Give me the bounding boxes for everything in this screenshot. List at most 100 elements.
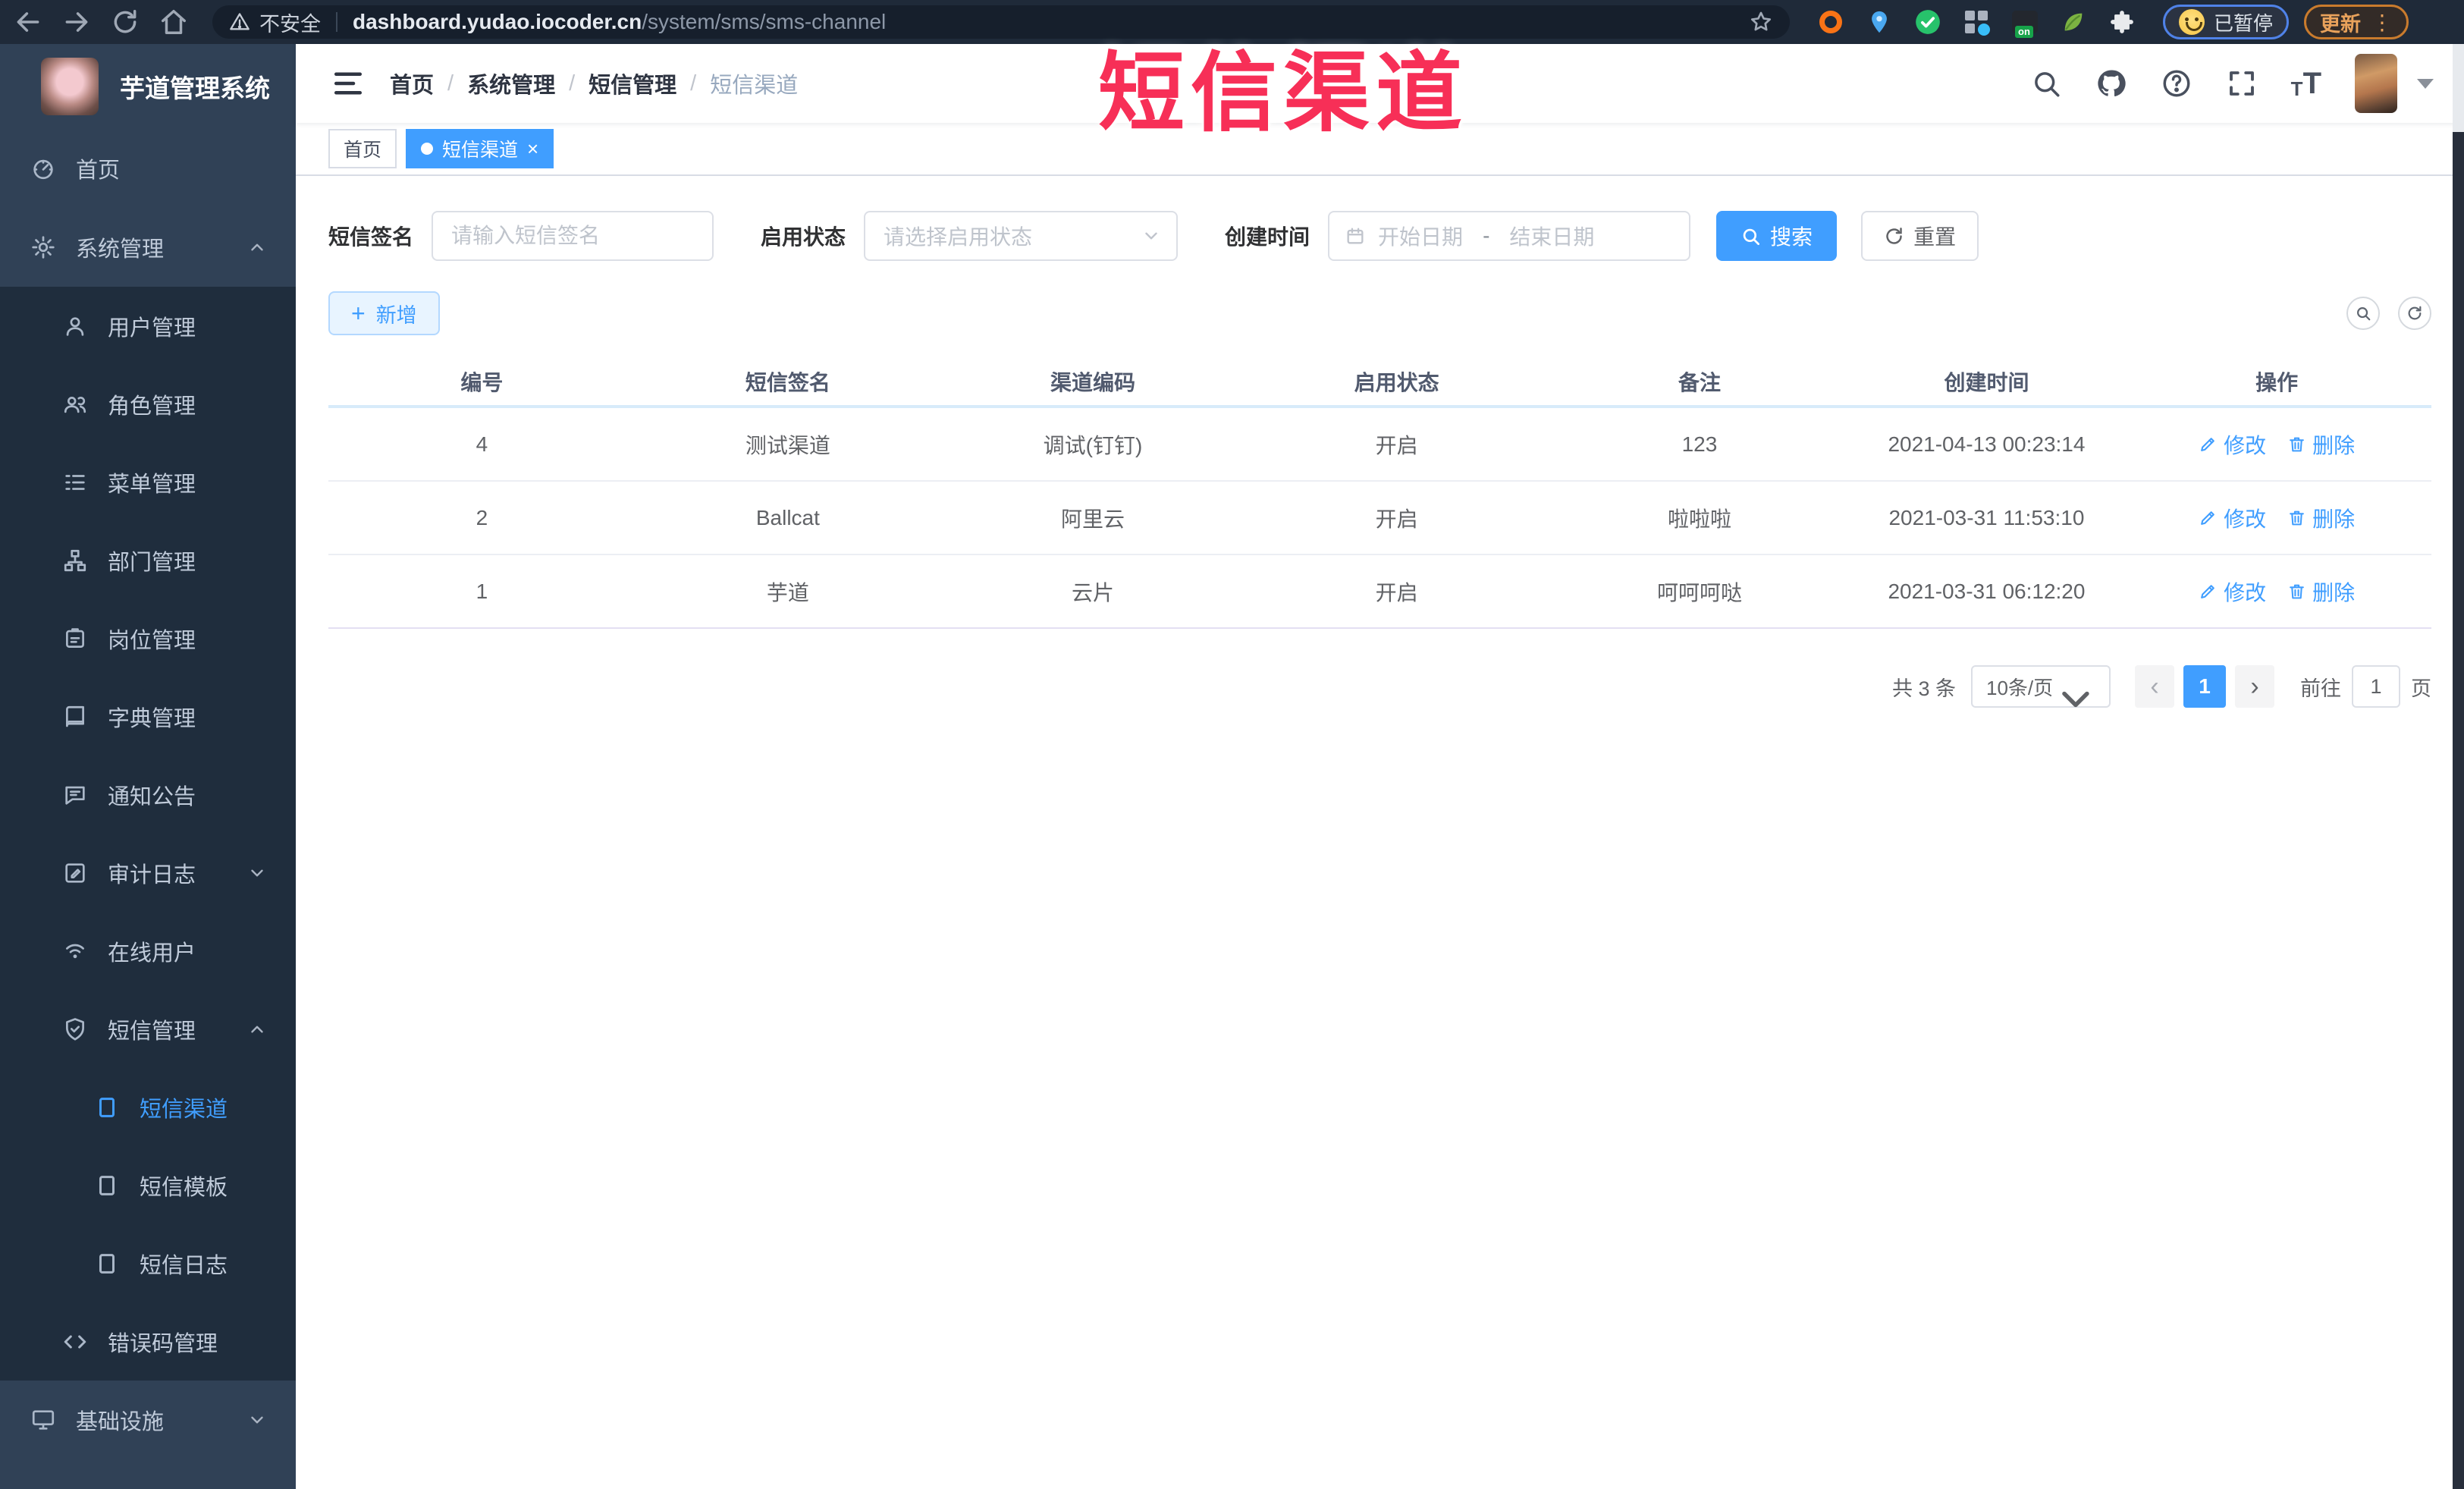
kebab-menu-icon[interactable]: ⋮ [2371, 10, 2393, 35]
grid-extension-icon[interactable] [1961, 7, 1992, 37]
sidebar-item[interactable]: 在线用户 [0, 912, 296, 990]
font-size-icon[interactable]: TT [2291, 68, 2321, 99]
doc-icon [94, 1173, 120, 1198]
browser-back-icon[interactable] [14, 8, 42, 36]
search-icon[interactable] [2030, 68, 2062, 99]
filter-form: 短信签名 启用状态 请选择启用状态 创建时间 开始日期 - 结束日期 [328, 211, 2431, 261]
location-pin-extension-icon[interactable] [1864, 7, 1894, 37]
status-select[interactable]: 请选择启用状态 [864, 211, 1179, 261]
breadcrumb-item[interactable]: 系统管理 [467, 68, 555, 99]
cell-status: 开启 [1375, 580, 1418, 605]
breadcrumb-item[interactable]: 首页 [390, 68, 434, 99]
page-number-button[interactable]: 1 [2183, 665, 2226, 708]
edit-link[interactable]: 修改 [2199, 576, 2266, 607]
sidebar-item[interactable]: 用户管理 [0, 287, 296, 365]
sidebar-item[interactable]: 通知公告 [0, 755, 296, 834]
address-bar[interactable]: 不安全 dashboard.yudao.iocoder.cn/system/sm… [212, 5, 1790, 39]
hamburger-icon[interactable] [332, 68, 364, 99]
scrollbar-thumb[interactable] [2453, 44, 2464, 132]
pagination: 共 3 条 10条/页 ‹ 1 › 前往 页 [296, 665, 2431, 708]
paused-profile-chip[interactable]: 已暂停 [2163, 5, 2290, 39]
browser-forward-icon[interactable] [62, 8, 91, 36]
sidebar-item[interactable]: 短信模板 [0, 1146, 296, 1224]
breadcrumb-item: 短信渠道 [710, 74, 799, 98]
sidebar-item[interactable]: 审计日志 [0, 834, 296, 912]
page-size-select[interactable]: 10条/页 [1971, 665, 2111, 708]
user-avatar[interactable] [2355, 54, 2397, 113]
chevron-down-icon[interactable] [2417, 78, 2434, 89]
refresh-table-button[interactable] [2398, 297, 2431, 330]
sign-input[interactable] [432, 211, 714, 261]
cell-created: 2021-03-31 06:12:20 [1888, 579, 2086, 603]
badge-icon [62, 626, 88, 652]
adblock-extension-icon[interactable] [1816, 7, 1846, 37]
cell-code: 阿里云 [1060, 507, 1125, 531]
tab-item[interactable]: 首页 [328, 129, 397, 168]
search-button-label: 搜索 [1770, 225, 1813, 249]
not-secure-warning-icon [229, 11, 250, 33]
page-scrollbar[interactable] [2453, 44, 2464, 1489]
goto-label: 前往 [2300, 677, 2341, 700]
sidebar-item[interactable]: 字典管理 [0, 677, 296, 755]
sidebar-item[interactable]: 短信渠道 [0, 1068, 296, 1146]
sms-channel-table: 编号 短信签名 渠道编码 启用状态 备注 创建时间 操作 4 测试渠道 调试(钉钉) 开启 123 2… [328, 358, 2431, 629]
menu-list-icon [62, 470, 88, 495]
sidebar-item-label: 短信管理 [108, 1019, 196, 1044]
goto-page-input[interactable] [2352, 665, 2400, 708]
bookmark-star-icon[interactable] [1749, 10, 1773, 34]
app-title: 芋道管理系统 [120, 74, 270, 102]
close-icon[interactable]: × [527, 139, 538, 159]
sidebar-item[interactable]: 首页 [0, 129, 296, 208]
cell-status: 开启 [1375, 433, 1418, 457]
sidebar-item[interactable]: 错误码管理 [0, 1302, 296, 1381]
breadcrumb-item[interactable]: 短信管理 [589, 68, 676, 99]
security-label[interactable]: 不安全 [259, 8, 321, 37]
sidebar-item[interactable]: 短信管理 [0, 990, 296, 1068]
dashboard-icon [30, 155, 56, 181]
add-button[interactable]: + 新增 [328, 291, 440, 335]
leaf-extension-icon[interactable] [2058, 7, 2089, 37]
sidebar-item[interactable]: 岗位管理 [0, 599, 296, 677]
sidebar-item[interactable]: 系统管理 [0, 208, 296, 287]
url-host: dashboard.yudao.iocoder.cn [353, 10, 642, 33]
edit-link[interactable]: 修改 [2199, 503, 2266, 533]
breadcrumb-separator: / [447, 71, 454, 96]
divider [336, 12, 337, 32]
reset-button-label: 重置 [1913, 225, 1957, 249]
prev-page-button[interactable]: ‹ [2135, 665, 2174, 708]
tab-active[interactable]: 短信渠道 × [406, 129, 554, 168]
toggle-search-button[interactable] [2346, 297, 2380, 330]
column-header: 操作 [2255, 371, 2299, 394]
sidebar-item-label: 用户管理 [108, 316, 196, 341]
delete-link[interactable]: 删除 [2287, 429, 2355, 460]
gear-icon [30, 234, 56, 260]
edit-link[interactable]: 修改 [2199, 429, 2266, 460]
sidebar-item[interactable]: 短信日志 [0, 1224, 296, 1302]
breadcrumb-separator: / [690, 71, 697, 96]
browser-reload-icon[interactable] [111, 8, 140, 36]
sidebar-item[interactable]: 角色管理 [0, 365, 296, 443]
check-circle-extension-icon[interactable] [1913, 7, 1943, 37]
vpn-on-extension-icon[interactable]: on [2010, 7, 2040, 38]
book-icon [62, 704, 88, 730]
reset-button[interactable]: 重置 [1861, 211, 1979, 261]
sidebar-item[interactable]: 基础设施 [0, 1381, 296, 1459]
app-logo-row[interactable]: 芋道管理系统 [0, 44, 296, 129]
puzzle-extensions-icon[interactable] [2107, 7, 2137, 37]
date-range-picker[interactable]: 开始日期 - 结束日期 [1328, 211, 1691, 261]
sidebar-item[interactable]: 部门管理 [0, 521, 296, 599]
cell-remark: 呵呵呵哒 [1656, 580, 1742, 605]
delete-link[interactable]: 删除 [2287, 503, 2355, 533]
next-page-button[interactable]: › [2235, 665, 2274, 708]
delete-link[interactable]: 删除 [2287, 576, 2355, 607]
help-icon[interactable] [2161, 68, 2192, 99]
sidebar-item[interactable]: 菜单管理 [0, 443, 296, 521]
search-button[interactable]: 搜索 [1716, 211, 1838, 261]
browser-home-icon[interactable] [159, 8, 188, 36]
browser-update-button[interactable]: 更新 ⋮ [2304, 5, 2409, 39]
delete-label: 删除 [2312, 507, 2356, 531]
edit-icon [2199, 582, 2218, 601]
tab-label: 首页 [344, 140, 382, 161]
github-icon[interactable] [2095, 68, 2127, 99]
fullscreen-icon[interactable] [2226, 68, 2258, 99]
